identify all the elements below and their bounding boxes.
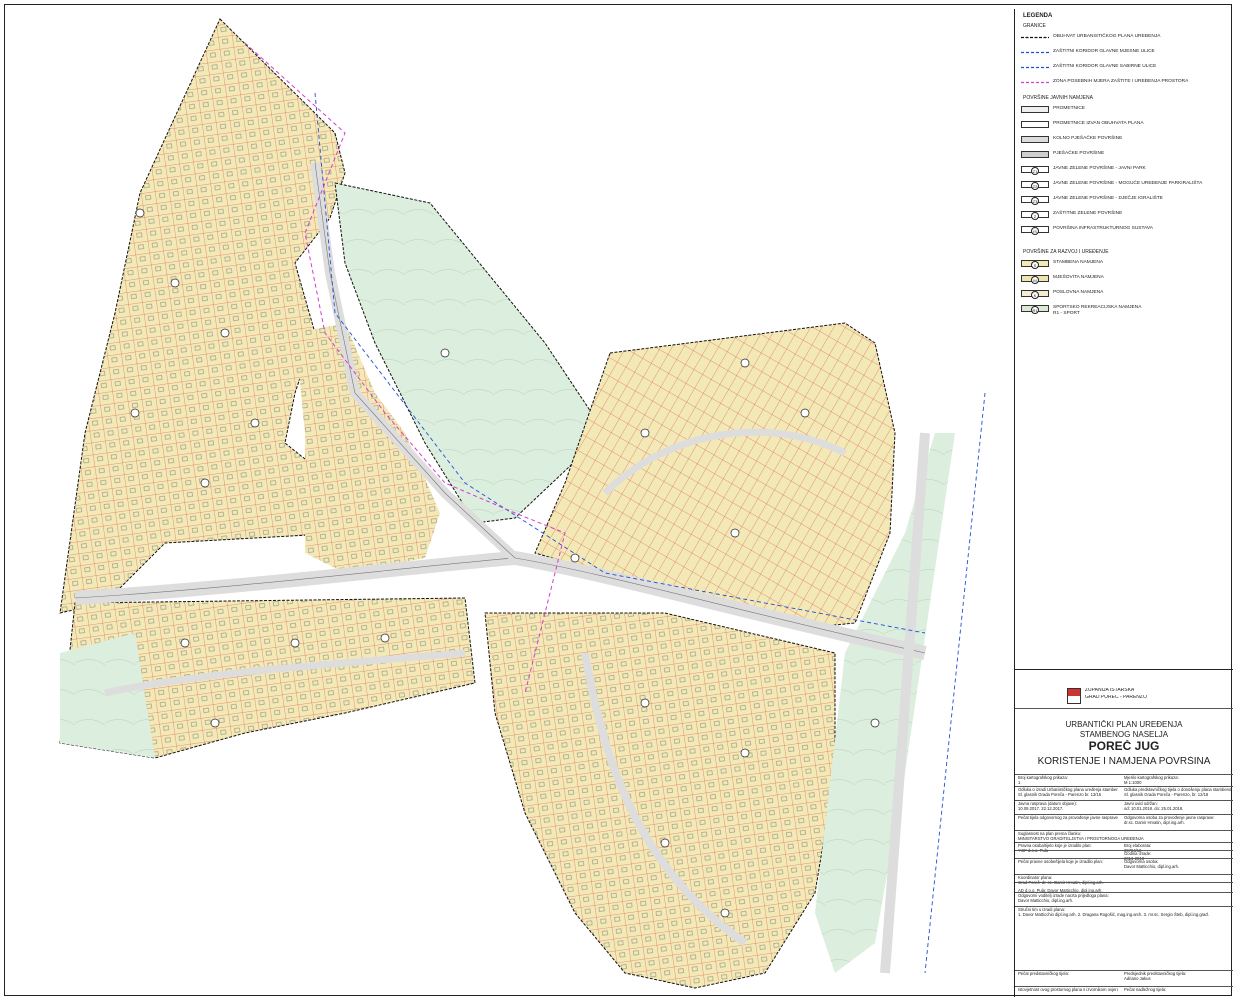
- legend-development-item: K POSLOVNA NAMJENA: [1019, 289, 1229, 299]
- legend-line-swatch: [1021, 36, 1049, 39]
- legend-public-item: Z3 JAVNE ZELENE POVRŠINE - DJEČJE IGRALIŠ…: [1019, 195, 1229, 205]
- title-block-cell: Davor Matticchio, dipl.ing.arh.: [1018, 898, 1074, 903]
- residential-zone-east: [534, 322, 896, 629]
- plan-line-1: URBANTIČKI PLAN UREĐENJA: [1065, 720, 1183, 729]
- legend-fill-swatch: Z3: [1021, 196, 1049, 205]
- legend-fill-swatch: R1: [1021, 305, 1049, 314]
- legend-group-public: POVRŠINE JAVNIH NAMJENA: [1023, 95, 1093, 101]
- title-block-cell: Sl. glasnik Grada Poreča - Parenzo br. 1…: [1018, 792, 1102, 797]
- legend-development-item: M MJEŠOVITA NAMJENA: [1019, 274, 1229, 284]
- residential-zone-northwest: [59, 18, 346, 614]
- legend-fill-swatch: IS: [1021, 226, 1049, 235]
- legend-fill-swatch: Z1: [1021, 166, 1049, 175]
- legend-public-item: KOLNO PJEŠAČKE POVRŠINE: [1019, 135, 1229, 144]
- zone-symbol-icon: Z1: [1031, 167, 1039, 175]
- legend-item-label: JAVNE ZELENE POVRŠINE - DJEČJE IGRALIŠTE: [1053, 196, 1163, 201]
- legend-boundary-item: ZAŠTITNI KORIDOR GLAVNE SABIRNE ULICE: [1019, 63, 1229, 72]
- legend-public-item: Z2 JAVNE ZELENE POVRŠINE - MOGUĆE UREĐENJ…: [1019, 180, 1229, 190]
- title-block: ŽUPANIJA ISTARSKA GRAD POREČ - PARENZO U…: [1015, 669, 1233, 998]
- city-name: GRAD POREČ - PARENZO: [1085, 695, 1147, 700]
- legend-boundary-item: ZAŠTITNI KORIDOR GLAVNE MJESNE ULICE: [1019, 48, 1229, 57]
- legend-fill-swatch: K: [1021, 290, 1049, 299]
- land-use-map[interactable]: [45, 13, 1005, 993]
- title-block-cell: Sl. glasnik Grada Poreča - Parenzo, br. …: [1124, 792, 1209, 797]
- legend-fill-swatch: Z: [1021, 211, 1049, 220]
- zone-symbol-icon: Z3: [1031, 197, 1039, 205]
- legend-item-label: ZONA POSEBNIH MJERA ZAŠTITE I UREĐENJA P…: [1053, 79, 1189, 84]
- title-block-row: [1015, 882, 1233, 883]
- legend-fill-swatch: M: [1021, 275, 1049, 284]
- title-block-cell: dr.sc. Damir Hrvatin, dipl.ing.arh.: [1124, 820, 1185, 825]
- legend-fill-swatch: [1021, 106, 1049, 113]
- legend-public-item: PROMETNICE: [1019, 105, 1229, 114]
- sidebar-panel: LEGENDA GRANICE POVRŠINE JAVNIH NAMJENA …: [1014, 9, 1233, 997]
- zone-symbol-icon: IS: [1031, 227, 1039, 235]
- legend-item-label: KOLNO PJEŠAČKE POVRŠINE: [1053, 136, 1123, 141]
- legend-public-item: PROMETNICE IZVAN OBUHVATA PLANA: [1019, 120, 1229, 129]
- zone-symbol-icon: M: [1031, 276, 1039, 284]
- title-block-cell: MINISTARSTVO GRADITELJSTVA I PROSTORNOGA…: [1018, 836, 1144, 841]
- county-name: ŽUPANIJA ISTARSKA: [1085, 688, 1135, 693]
- title-block-cell: M 1:1000: [1124, 780, 1142, 785]
- legend-fill-swatch: [1021, 151, 1049, 158]
- map-title: KORIŠTENJE I NAMJENA POVRŠINA: [1037, 756, 1211, 767]
- legend-public-item: Z1 JAVNE ZELENE POVRŠINE - JAVNI PARK: [1019, 165, 1229, 175]
- title-block-cell: Adriano Jakus: [1124, 976, 1151, 981]
- legend: LEGENDA GRANICE POVRŠINE JAVNIH NAMJENA …: [1015, 9, 1233, 669]
- legend-item-sublabel: R1 - SPORT: [1053, 311, 1080, 316]
- legend-title: LEGENDA: [1023, 13, 1053, 19]
- legend-item-label: ZAŠTITNE ZELENE POVRŠINE: [1053, 211, 1123, 216]
- coat-of-arms-emblem: [1067, 688, 1081, 704]
- legend-fill-swatch: Z2: [1021, 181, 1049, 190]
- legend-line-swatch: [1021, 51, 1049, 54]
- title-block-cell: od: 10.01.2018. do: 25.01.2018.: [1124, 806, 1184, 811]
- legend-item-label: OBUHVAT URBANISTIČKOG PLANA UREĐENJA: [1053, 34, 1161, 39]
- legend-public-item: PJEŠAČKE POVRŠINE: [1019, 150, 1229, 159]
- zone-symbol-icon: Z2: [1031, 182, 1039, 190]
- legend-line-swatch: [1021, 81, 1049, 84]
- legend-line-swatch: [1021, 66, 1049, 69]
- title-block-cell: Pečat predstavničkog tijela:: [1018, 971, 1069, 976]
- legend-item-label: STAMBENA NAMJENA: [1053, 260, 1104, 265]
- legend-boundary-item: ZONA POSEBNIH MJERA ZAŠTITE I UREĐENJA P…: [1019, 78, 1229, 87]
- legend-item-label: SPORTSKO REKREACIJSKA NAMJENA: [1053, 305, 1142, 310]
- legend-item-label: PJEŠAČKE POVRŠINE: [1053, 151, 1105, 156]
- zone-symbol-icon: S: [1031, 261, 1039, 269]
- legend-item-label: POSLOVNA NAMJENA: [1053, 290, 1104, 295]
- legend-fill-swatch: S: [1021, 260, 1049, 269]
- plan-line-2: STAMBENOG NASELJA: [1079, 730, 1169, 739]
- plan-name: POREČ JUG: [1088, 740, 1160, 753]
- residential-zone-south: [484, 612, 836, 989]
- zone-symbol-icon: Z: [1031, 212, 1039, 220]
- legend-development-item: R1 SPORTSKO REKREACIJSKA NAMJENA R1 - SPOR…: [1019, 304, 1229, 316]
- legend-development-item: S STAMBENA NAMJENA: [1019, 259, 1229, 269]
- title-block-cell: 1. Davor Matticchio dipl.ing.arh. 2. Dra…: [1018, 912, 1209, 917]
- title-block-cell: Pečat tijela odgovornog za provođenje ja…: [1018, 815, 1118, 820]
- title-block-cell: 1: [1018, 780, 1021, 785]
- legend-item-label: POVRŠINA INFRASTRUKTURNOG SUSTAVA: [1053, 226, 1153, 231]
- legend-fill-swatch: [1021, 136, 1049, 143]
- map-sheet: LEGENDA GRANICE POVRŠINE JAVNIH NAMJENA …: [4, 4, 1233, 997]
- title-block-cell: 10.09.2017. 22.12.2017.: [1018, 806, 1064, 811]
- legend-group-development: POVRŠINE ZA RAZVOJ I UREĐENJE: [1023, 249, 1109, 255]
- legend-item-label: ZAŠTITNI KORIDOR GLAVNE MJESNE ULICE: [1053, 49, 1155, 54]
- legend-item-label: JAVNE ZELENE POVRŠINE - MOGUĆE UREĐENJE …: [1053, 181, 1203, 186]
- legend-item-label: MJEŠOVITA NAMJENA: [1053, 275, 1104, 280]
- legend-fill-swatch: [1021, 121, 1049, 128]
- legend-group-boundaries: GRANICE: [1023, 23, 1046, 29]
- zone-symbol-icon: K: [1031, 291, 1039, 299]
- title-block-cell: Istovjetnost ovog prostornog plana s izv…: [1018, 987, 1118, 992]
- legend-item-label: JAVNE ZELENE POVRŠINE - JAVNI PARK: [1053, 166, 1146, 171]
- legend-item-label: ZAŠTITNI KORIDOR GLAVNE SABIRNE ULICE: [1053, 64, 1157, 69]
- zone-symbol-icon: R1: [1031, 306, 1039, 314]
- legend-item-label: PROMETNICE: [1053, 106, 1085, 111]
- legend-public-item: IS POVRŠINA INFRASTRUKTURNOG SUSTAVA: [1019, 225, 1229, 235]
- title-block-cell: Pečat pravne osobe/tijela koje je izradi…: [1018, 859, 1103, 864]
- title-block-cell: Davor Matticchio, dipl.ing.arh.: [1124, 864, 1180, 869]
- legend-public-item: Z ZAŠTITNE ZELENE POVRŠINE: [1019, 210, 1229, 220]
- legend-boundary-item: OBUHVAT URBANISTIČKOG PLANA UREĐENJA: [1019, 33, 1229, 42]
- legend-item-label: PROMETNICE IZVAN OBUHVATA PLANA: [1053, 121, 1144, 126]
- title-block-cell: Pečat nadležnog tijela:: [1124, 987, 1167, 992]
- map-canvas: [59, 18, 986, 989]
